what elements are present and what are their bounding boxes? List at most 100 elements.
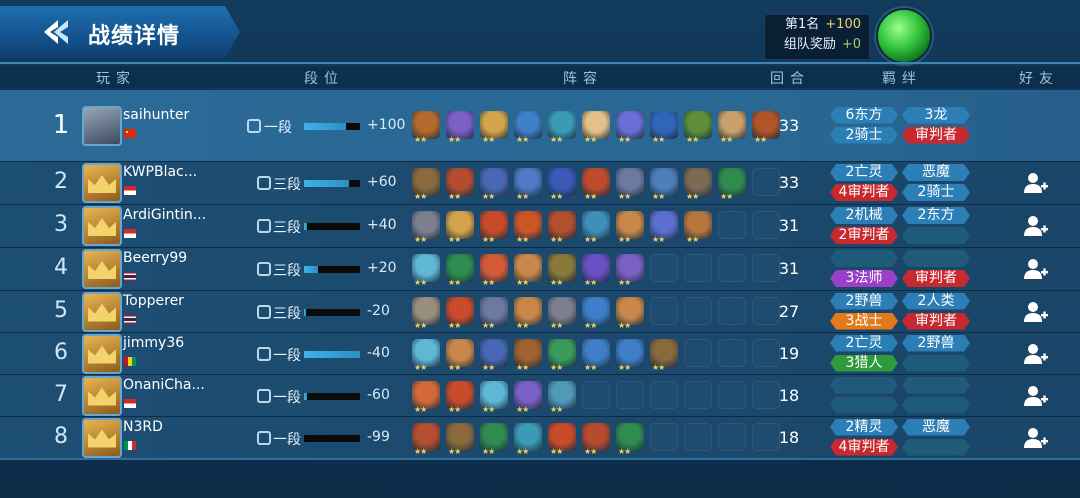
add-friend-icon[interactable] bbox=[1024, 215, 1048, 237]
hero-unit[interactable]: ★★ bbox=[480, 110, 508, 144]
hero-unit[interactable]: ★★ bbox=[616, 422, 644, 456]
hero-unit[interactable]: ★★ bbox=[582, 338, 610, 372]
avatar[interactable] bbox=[82, 105, 122, 146]
hero-unit[interactable]: ★★ bbox=[446, 211, 474, 244]
hero-unit[interactable]: ★★ bbox=[650, 168, 678, 201]
rounds-survived: 27 bbox=[778, 301, 800, 321]
hero-unit[interactable]: ★★ bbox=[548, 110, 576, 144]
synergy-badge: 恶魔 bbox=[902, 418, 970, 436]
avatar[interactable] bbox=[82, 375, 122, 416]
hero-unit[interactable]: ★★ bbox=[548, 168, 576, 201]
star-icon: ★★ bbox=[618, 134, 631, 144]
hero-unit[interactable]: ★★ bbox=[480, 211, 508, 244]
hero-unit[interactable]: ★★ bbox=[446, 254, 474, 287]
player-row[interactable]: 8 N3RD 一段 -99 ★★ ★★ ★★ ★★ ★★ ★★ ★★ 18 2精灵 恶魔 4审判者 bbox=[0, 417, 1080, 459]
hero-unit[interactable]: ★★ bbox=[548, 296, 576, 330]
hero-unit[interactable]: ★★ bbox=[548, 422, 576, 456]
hero-unit[interactable]: ★★ bbox=[446, 338, 474, 372]
add-friend-icon[interactable] bbox=[1024, 301, 1048, 323]
synergy-badge bbox=[902, 376, 970, 394]
hero-unit[interactable]: ★★ bbox=[548, 380, 576, 414]
player-row[interactable]: 5 Topperer 三段 -20 ★★ ★★ ★★ ★★ ★★ ★★ ★★ 27 2野兽 2人类 3战士审… bbox=[0, 291, 1080, 333]
hero-unit[interactable]: ★★ bbox=[514, 422, 542, 456]
hero-unit[interactable]: ★★ bbox=[514, 211, 542, 244]
player-row[interactable]: 6 jimmy36 一段 -40 ★★ ★★ ★★ ★★ ★★ ★★ ★★ ★★ 19 2亡灵 2野兽 3猎人 bbox=[0, 333, 1080, 375]
hero-unit[interactable]: ★★ bbox=[412, 211, 440, 244]
hero-unit[interactable]: ★★ bbox=[446, 296, 474, 330]
hero-unit[interactable]: ★★ bbox=[616, 296, 644, 330]
hero-unit[interactable]: ★★ bbox=[514, 380, 542, 414]
hero-unit[interactable]: ★★ bbox=[480, 338, 508, 372]
player-row[interactable]: 2 KWPBlac... 三段 +60 ★★ ★★ ★★ ★★ ★★ ★★ ★★ ★★ ★★ ★★ 33 2亡… bbox=[0, 162, 1080, 205]
hero-unit[interactable]: ★★ bbox=[548, 338, 576, 372]
hero-unit[interactable]: ★★ bbox=[582, 296, 610, 330]
hero-unit[interactable]: ★★ bbox=[582, 168, 610, 201]
synergy-badge bbox=[902, 227, 970, 244]
hero-unit[interactable]: ★★ bbox=[650, 211, 678, 244]
empty-unit-slot bbox=[718, 422, 746, 451]
hero-unit[interactable]: ★★ bbox=[446, 422, 474, 456]
hero-unit[interactable]: ★★ bbox=[582, 211, 610, 244]
hero-unit[interactable]: ★★ bbox=[582, 254, 610, 287]
hero-unit[interactable]: ★★ bbox=[718, 168, 746, 201]
add-friend-icon[interactable] bbox=[1024, 427, 1048, 449]
rank-number: 6 bbox=[54, 339, 68, 365]
hero-unit[interactable]: ★★ bbox=[582, 110, 610, 144]
hero-unit[interactable]: ★★ bbox=[616, 168, 644, 201]
hero-unit[interactable]: ★★ bbox=[718, 110, 746, 144]
star-icon: ★★ bbox=[448, 134, 461, 144]
hero-unit[interactable]: ★★ bbox=[582, 422, 610, 456]
add-friend-icon[interactable] bbox=[1024, 343, 1048, 365]
player-row[interactable]: 4 Beerry99 三段 +20 ★★ ★★ ★★ ★★ ★★ ★★ ★★ 31 3法师 审判者 bbox=[0, 248, 1080, 291]
hero-unit[interactable]: ★★ bbox=[446, 110, 474, 144]
avatar[interactable] bbox=[82, 249, 122, 289]
star-icon: ★★ bbox=[618, 362, 631, 372]
hero-unit[interactable]: ★★ bbox=[616, 254, 644, 287]
hero-unit[interactable]: ★★ bbox=[480, 422, 508, 456]
bottom-divider bbox=[0, 458, 1080, 460]
hero-unit[interactable]: ★★ bbox=[412, 254, 440, 287]
hero-unit[interactable]: ★★ bbox=[412, 338, 440, 372]
hero-unit[interactable]: ★★ bbox=[412, 296, 440, 330]
player-row[interactable]: 3 ArdiGintin... 三段 +40 ★★ ★★ ★★ ★★ ★★ ★★ ★★ ★★ ★★ 31 2… bbox=[0, 205, 1080, 248]
player-row[interactable]: 1 saihunter 一段 +100 ★★ ★★ ★★ ★★ ★★ ★★ ★★ ★★ ★★ ★★ ★★ 33… bbox=[0, 90, 1080, 162]
add-friend-icon[interactable] bbox=[1024, 258, 1048, 280]
player-row[interactable]: 7 OnaniCha... 一段 -60 ★★ ★★ ★★ ★★ ★★ 18 bbox=[0, 375, 1080, 417]
hero-unit[interactable]: ★★ bbox=[684, 110, 712, 144]
hero-unit[interactable]: ★★ bbox=[514, 168, 542, 201]
hero-unit[interactable]: ★★ bbox=[514, 110, 542, 144]
hero-unit[interactable]: ★★ bbox=[480, 296, 508, 330]
hero-unit[interactable]: ★★ bbox=[616, 110, 644, 144]
add-friend-icon[interactable] bbox=[1024, 385, 1048, 407]
hero-unit[interactable]: ★★ bbox=[412, 110, 440, 144]
avatar[interactable] bbox=[82, 333, 122, 374]
back-arrow-icon[interactable] bbox=[40, 16, 76, 48]
hero-unit[interactable]: ★★ bbox=[684, 168, 712, 201]
hero-unit[interactable]: ★★ bbox=[480, 168, 508, 201]
avatar[interactable] bbox=[82, 291, 122, 332]
hero-unit[interactable]: ★★ bbox=[480, 254, 508, 287]
hero-unit[interactable]: ★★ bbox=[446, 168, 474, 201]
hero-unit[interactable]: ★★ bbox=[412, 422, 440, 456]
add-friend-icon[interactable] bbox=[1024, 172, 1048, 194]
synergy-badge: 2亡灵 bbox=[830, 164, 898, 181]
avatar[interactable] bbox=[82, 163, 122, 203]
hero-unit[interactable]: ★★ bbox=[514, 296, 542, 330]
hero-unit[interactable]: ★★ bbox=[514, 338, 542, 372]
hero-unit[interactable]: ★★ bbox=[412, 168, 440, 201]
hero-unit[interactable]: ★★ bbox=[548, 211, 576, 244]
hero-unit[interactable]: ★★ bbox=[684, 211, 712, 244]
hero-unit[interactable]: ★★ bbox=[650, 338, 678, 372]
hero-unit[interactable]: ★★ bbox=[480, 380, 508, 414]
hero-unit[interactable]: ★★ bbox=[548, 254, 576, 287]
hero-unit[interactable]: ★★ bbox=[514, 254, 542, 287]
avatar[interactable] bbox=[82, 417, 122, 458]
synergy-badge bbox=[902, 354, 970, 372]
star-icon: ★★ bbox=[516, 446, 529, 456]
hero-unit[interactable]: ★★ bbox=[650, 110, 678, 144]
hero-unit[interactable]: ★★ bbox=[412, 380, 440, 414]
avatar[interactable] bbox=[82, 206, 122, 246]
hero-unit[interactable]: ★★ bbox=[616, 338, 644, 372]
hero-unit[interactable]: ★★ bbox=[616, 211, 644, 244]
hero-unit[interactable]: ★★ bbox=[446, 380, 474, 414]
